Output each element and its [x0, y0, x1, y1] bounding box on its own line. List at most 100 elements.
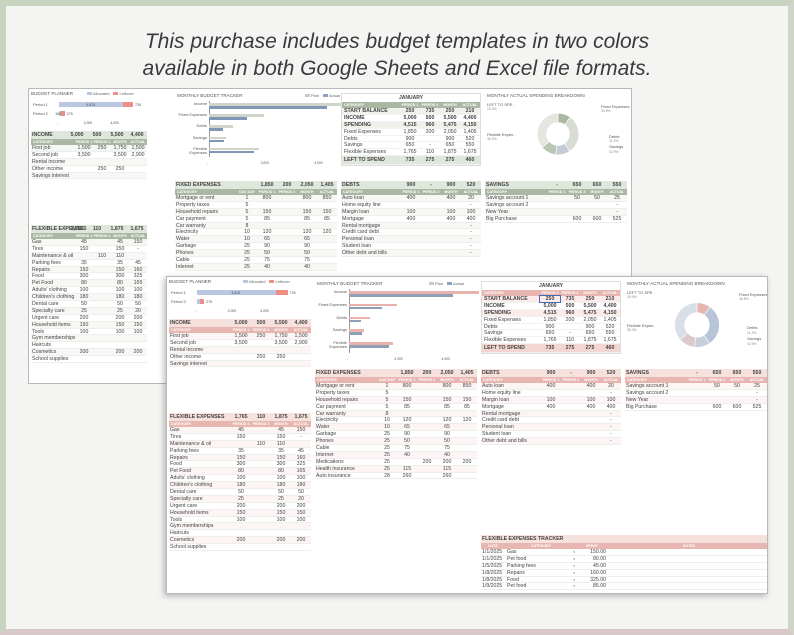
fixed-cell[interactable]: 65	[257, 236, 277, 242]
debts-cell[interactable]	[441, 236, 461, 242]
flex-cell[interactable]	[93, 301, 111, 307]
flex-row[interactable]: Specialty care 25 25 20	[169, 495, 311, 503]
flex-row[interactable]: Haircuts	[31, 342, 147, 350]
fixed-row[interactable]: Cable 25 75 75	[175, 257, 337, 264]
fixed-cell[interactable]: 40	[257, 264, 277, 270]
flex-cell[interactable]: 45	[231, 427, 251, 433]
debts-cell[interactable]	[581, 390, 601, 396]
debts-cell[interactable]: 100	[401, 209, 421, 215]
debts-cell[interactable]	[561, 397, 581, 403]
fixed-cell[interactable]	[277, 250, 297, 256]
flex-cell[interactable]: 80	[111, 280, 129, 286]
debts-cell[interactable]	[561, 390, 581, 396]
flex-cell[interactable]	[93, 239, 111, 245]
fixed-cell[interactable]	[437, 390, 457, 396]
income-row[interactable]: Savings interest	[169, 360, 311, 368]
debts-cell[interactable]	[401, 236, 421, 242]
flex-row[interactable]: Tires 150 150-	[169, 433, 311, 441]
income-cell[interactable]: 1,500	[129, 145, 147, 151]
fixed-cell[interactable]	[317, 223, 337, 229]
fixed-row[interactable]: Garbage 25 90 90	[175, 243, 337, 251]
fixed-cell[interactable]	[457, 431, 477, 437]
flex-row[interactable]: School supplies	[31, 356, 147, 364]
tracker-log-category[interactable]: Gas ▾	[505, 549, 577, 555]
savings-cell[interactable]	[547, 209, 567, 215]
fixed-cell[interactable]	[417, 417, 437, 423]
debts-cell[interactable]	[421, 216, 441, 222]
debts-cell[interactable]	[541, 417, 561, 423]
fixed-row[interactable]: Water 10 65 65	[175, 236, 337, 244]
flex-row[interactable]: Children's clothing 180 180 180	[169, 482, 311, 490]
flex-cell[interactable]	[251, 530, 271, 536]
flex-cell[interactable]	[93, 280, 111, 286]
flex-cell[interactable]	[271, 544, 291, 550]
income-cell[interactable]	[93, 152, 111, 158]
tracker-log-amount[interactable]: 45.00	[577, 563, 607, 569]
flex-cell[interactable]: 45	[75, 239, 93, 245]
flex-row[interactable]: Urgent care 200 200 200	[31, 314, 147, 322]
fixed-cell[interactable]: 120	[457, 417, 477, 423]
fixed-row[interactable]: Medications 25 200 200 200	[315, 458, 477, 466]
flex-cell[interactable]	[251, 544, 271, 550]
fixed-cell[interactable]	[457, 390, 477, 396]
fixed-row[interactable]: Car payment 5 85 85 85	[175, 215, 337, 223]
flex-row[interactable]: School supplies	[169, 544, 311, 552]
savings-cell[interactable]: 600	[567, 216, 587, 222]
flex-cell[interactable]	[111, 342, 129, 348]
savings-cell[interactable]: 50	[707, 383, 727, 389]
income-cell[interactable]: 1,750	[271, 333, 291, 339]
flex-cell[interactable]: 200	[111, 349, 129, 355]
flex-cell[interactable]	[129, 356, 147, 362]
fixed-cell[interactable]: 150	[297, 209, 317, 215]
debts-cell[interactable]: 400	[581, 404, 601, 410]
debts-row[interactable]: Other debt and bills -	[481, 438, 621, 446]
flex-cell[interactable]: 200	[111, 315, 129, 321]
savings-cell[interactable]	[687, 404, 707, 410]
flex-cell[interactable]: 25	[111, 308, 129, 314]
flex-cell[interactable]: 110	[271, 441, 291, 447]
flex-cell[interactable]: 110	[93, 253, 111, 259]
flex-cell[interactable]	[93, 308, 111, 314]
flex-cell[interactable]: 150	[129, 322, 147, 328]
fixed-row[interactable]: Auto insurance 28 260 260	[315, 472, 477, 480]
flex-cell[interactable]: 150	[291, 510, 311, 516]
income-cell[interactable]	[231, 361, 251, 367]
fixed-cell[interactable]: 90	[397, 431, 417, 437]
flex-cell[interactable]	[231, 441, 251, 447]
fixed-row[interactable]: Internet 25 40 40	[175, 263, 337, 271]
debts-cell[interactable]: -	[461, 223, 481, 229]
fixed-cell[interactable]	[417, 424, 437, 430]
flex-cell[interactable]: 50	[129, 301, 147, 307]
tracker-log-notes[interactable]	[607, 563, 767, 569]
flex-cell[interactable]: 150	[111, 322, 129, 328]
flex-cell[interactable]	[251, 482, 271, 488]
debts-cell[interactable]	[541, 431, 561, 437]
debts-row[interactable]: Personal loan -	[341, 236, 481, 244]
flex-cell[interactable]: 180	[111, 294, 129, 300]
flex-cell[interactable]: 35	[231, 448, 251, 454]
dropdown-arrow-icon[interactable]: ▾	[572, 563, 576, 569]
debts-cell[interactable]	[421, 223, 441, 229]
fixed-cell[interactable]: 25	[237, 264, 257, 270]
fixed-cell[interactable]: 85	[317, 216, 337, 222]
flex-cell[interactable]: 150	[111, 267, 129, 273]
flex-cell[interactable]: 50	[111, 301, 129, 307]
income-cell[interactable]	[75, 159, 93, 165]
fixed-cell[interactable]: 5	[377, 390, 397, 396]
income-cell[interactable]: 3,500	[111, 152, 129, 158]
flex-cell[interactable]: 35	[75, 260, 93, 266]
savings-row[interactable]: Savings account 1 50 50 25	[485, 195, 627, 202]
flex-cell[interactable]	[231, 523, 251, 529]
income-cell[interactable]	[75, 173, 93, 179]
debts-cell[interactable]	[561, 438, 581, 444]
flex-cell[interactable]: 180	[129, 294, 147, 300]
flex-cell[interactable]: 110	[251, 441, 271, 447]
income-cell[interactable]: 2,900	[291, 340, 311, 346]
savings-cell[interactable]: 50	[587, 195, 607, 201]
fixed-cell[interactable]	[257, 223, 277, 229]
savings-cell[interactable]: 50	[567, 195, 587, 201]
income-cell[interactable]	[129, 173, 147, 179]
debts-cell[interactable]: -	[601, 431, 621, 437]
flex-row[interactable]: Repairs 150 150 160	[169, 454, 311, 462]
flex-cell[interactable]: 45	[271, 427, 291, 433]
